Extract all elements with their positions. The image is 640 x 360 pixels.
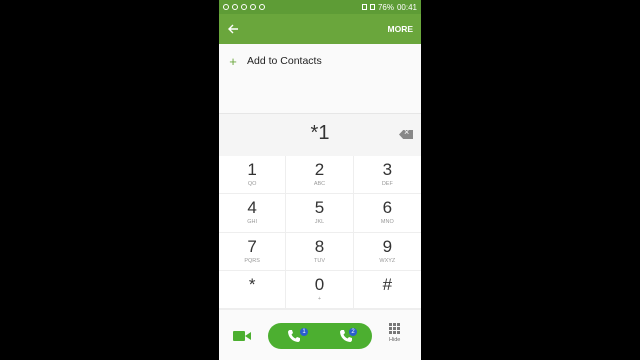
key-9[interactable]: 9 WXYZ [353,233,421,271]
notification-icon [232,4,238,10]
key-digit: 9 [382,236,393,256]
key-letters: TUV [313,257,325,264]
back-button[interactable] [219,14,247,44]
key-letters: GHI [247,219,258,226]
key-letters: ABC [313,181,326,188]
key-letters: WXYZ [379,257,396,264]
key-6[interactable]: 6 MNO [353,194,421,233]
key-8[interactable]: 8 TUV [286,232,354,271]
arrow-left-icon [228,24,238,34]
notification-icons [219,4,265,10]
add-to-contacts[interactable]: + Add to Contacts [219,50,421,72]
key-letters: + [317,295,322,302]
clock: 00:41 [396,2,417,12]
video-call-icon[interactable] [233,330,251,342]
number-display: *1 [219,113,421,157]
notification-icon [259,4,265,10]
key-digit: 1 [247,160,257,180]
key-star[interactable]: * [219,270,287,309]
key-1[interactable]: 1 QO [219,156,287,195]
key-digit: 3 [382,160,393,180]
app-bar: MORE [219,14,421,44]
status-bar: 76% 00:41 [219,0,421,14]
signal-icon [369,4,375,10]
key-letters: MNO [380,219,394,226]
key-digit: 0 [314,274,325,294]
hide-keypad-button[interactable]: Hide [389,323,400,343]
key-letters: DEF [381,181,393,188]
key-letters: PQRS [244,257,260,264]
more-button[interactable]: MORE [388,24,422,34]
add-to-contacts-label: Add to Contacts [247,55,322,67]
key-3[interactable]: 3 DEF [353,156,421,195]
key-letters: JKL [314,219,325,226]
notification-icon [223,4,229,10]
keypad-grid-icon [389,323,401,334]
plus-icon: + [229,53,237,69]
key-4[interactable]: 4 GHI [219,194,287,233]
key-digit: # [382,274,393,294]
key-5[interactable]: 5 JKL [286,194,354,233]
key-digit: 7 [247,236,257,256]
call-sim2-button[interactable]: 2 [320,323,372,349]
keypad: 1 QO 2 ABC 3 DEF 4 GHI 5 JKL 6 MNO 7 PQRS 8 TUV … [219,156,421,309]
key-0[interactable]: 0 + [286,270,354,309]
key-digit: 5 [314,198,325,218]
key-digit: * [248,274,256,294]
phone-icon [288,330,300,342]
call-sim1-button[interactable]: 1 [268,323,320,349]
hide-label: Hide [389,337,401,343]
call-buttons: 1 2 [268,323,372,349]
battery-text: 76% [377,2,394,12]
sim2-badge: 2 [349,328,357,336]
key-digit: 6 [382,198,393,218]
dialer-screen: 76% 00:41 MORE + Add to Contacts *1 1QO … [219,0,421,360]
key-digit: 2 [314,160,325,180]
sim-icon [361,4,367,10]
key-digit: 8 [314,236,325,256]
dialed-number: *1 [310,122,330,144]
key-hash[interactable]: # [353,271,421,309]
notification-icon [250,4,256,10]
sim1-badge: 1 [300,328,308,336]
bottom-bar: 1 2 Hide [219,309,421,360]
key-7[interactable]: 7 PQRS [219,232,287,271]
key-digit: 4 [247,198,257,218]
notification-icon [241,4,247,10]
key-2[interactable]: 2 ABC [286,156,354,195]
key-letters: QO [247,181,257,188]
